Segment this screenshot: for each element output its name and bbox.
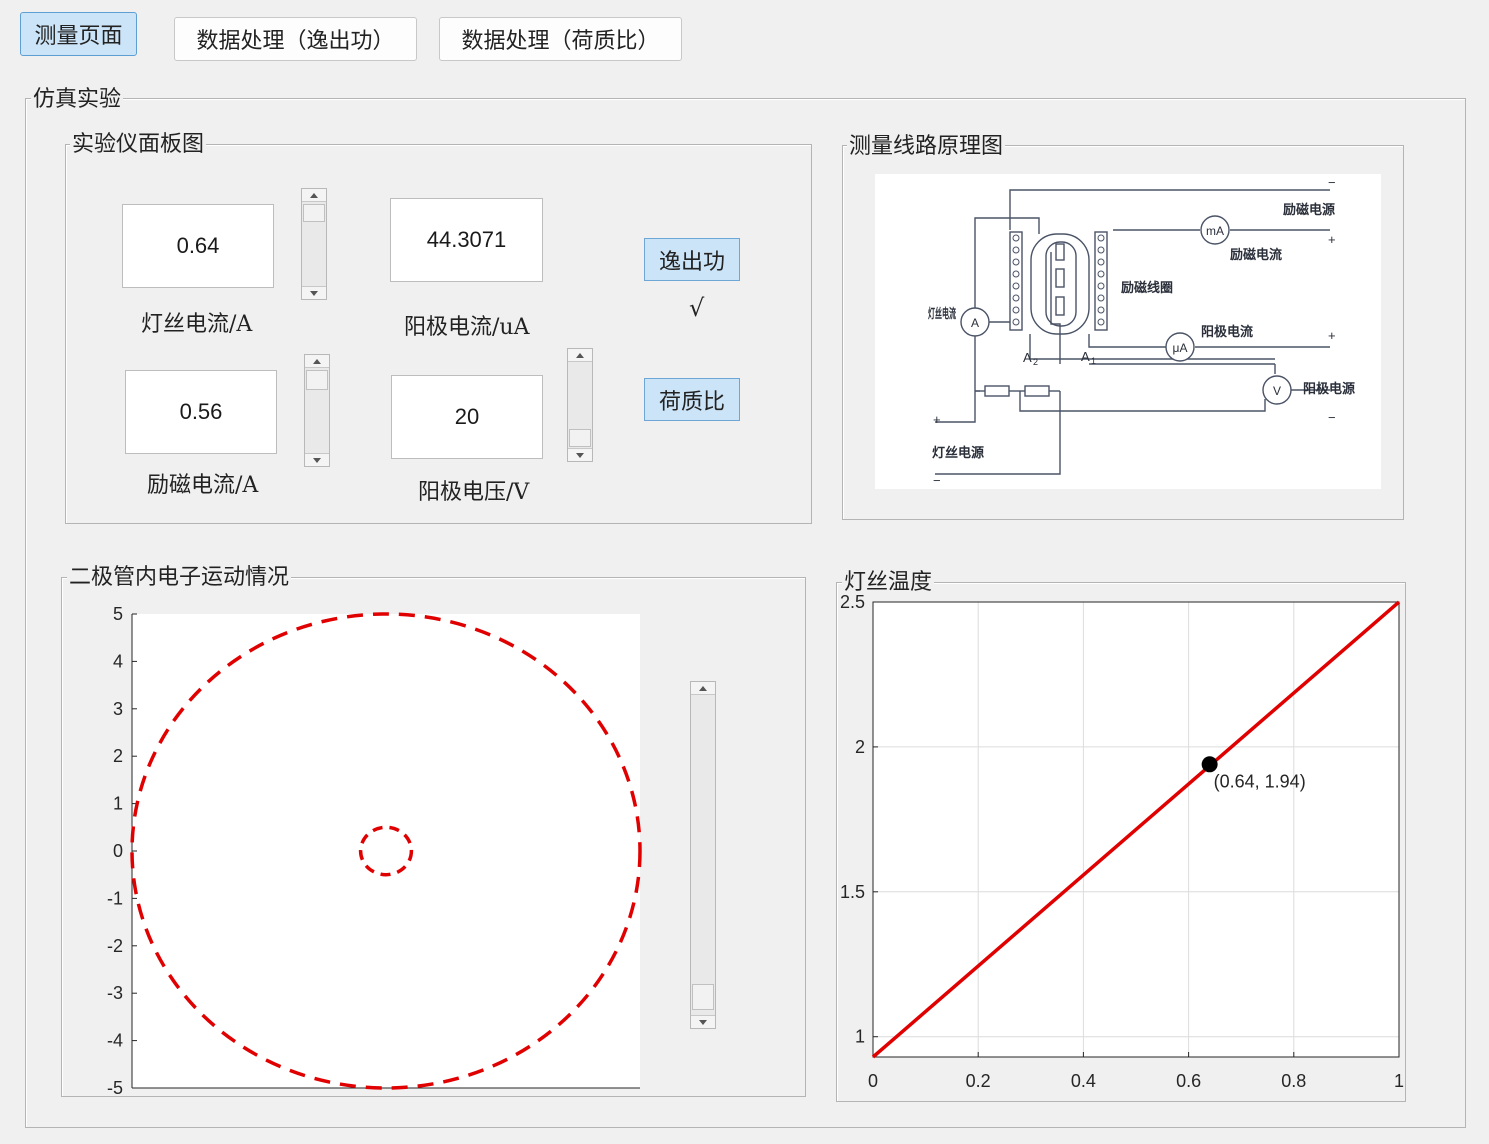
anode-minus-sign: −	[1328, 410, 1336, 425]
scroll-up-arrow-icon[interactable]	[691, 682, 715, 695]
temp-y-tick-label: 2	[855, 737, 865, 757]
current-point-marker	[1201, 756, 1218, 773]
a2-subscript: 2	[1033, 357, 1038, 367]
scroll-up-arrow-icon[interactable]	[568, 349, 592, 362]
motion-y-tick-label: 5	[113, 604, 123, 624]
scroll-down-arrow-icon[interactable]	[305, 453, 329, 466]
anode-voltage-label: 阳极电压/V	[418, 480, 530, 505]
motion-y-tick-label: 3	[113, 699, 123, 719]
motion-scroll-thumb[interactable]	[692, 984, 714, 1010]
motion-y-tick-label: 1	[113, 794, 123, 814]
charge-mass-button[interactable]: 荷质比	[644, 378, 740, 421]
a2-label: A	[1023, 350, 1032, 365]
excitation-coil-label: 励磁线圈	[1121, 280, 1173, 295]
motion-y-tick-label: -3	[107, 983, 123, 1003]
circuit-diagram: mA A μA V 励磁电源 励磁电流 励磁线圈 阳极电流 阳极电源 灯丝电源 …	[875, 174, 1381, 489]
tab-measurement[interactable]: 测量页面	[20, 12, 137, 56]
anode-supply-label: 阳极电源	[1303, 381, 1355, 396]
circuit-diagram-svg: mA A μA V 励磁电源 励磁电流 励磁线圈 阳极电流 阳极电源 灯丝电源 …	[928, 175, 1355, 488]
work-function-check: √	[689, 294, 705, 322]
electron-motion-panel-title: 二极管内电子运动情况	[67, 565, 292, 591]
excitation-minus-sign: −	[1328, 175, 1336, 190]
excitation-current-slider[interactable]	[304, 354, 330, 467]
anode-plus-sign: +	[1328, 328, 1336, 343]
anode-voltage-slider[interactable]	[567, 348, 593, 462]
motion-plot-area	[132, 614, 640, 1088]
excitation-current-label: 励磁电流/A	[147, 473, 259, 498]
slider-thumb[interactable]	[306, 370, 328, 390]
scroll-down-arrow-icon[interactable]	[302, 286, 326, 299]
filament-supply-label: 灯丝电源	[932, 445, 984, 460]
motion-y-tick-label: 4	[113, 651, 123, 671]
temp-x-tick-label: 0.2	[966, 1071, 991, 1091]
a1-subscript: 1	[1091, 356, 1096, 366]
a-meter-label: A	[971, 316, 979, 330]
motion-y-tick-label: -2	[107, 936, 123, 956]
circuit-panel-title: 测量线路原理图	[847, 134, 1006, 160]
motion-y-tick-label: 2	[113, 746, 123, 766]
motion-y-tick-label: -1	[107, 888, 123, 908]
ma-meter-label: mA	[1206, 224, 1224, 238]
scroll-up-arrow-icon[interactable]	[302, 189, 326, 202]
anode-current-label: 阳极电流/uA	[404, 315, 530, 340]
temp-y-tick-label: 1	[855, 1027, 865, 1047]
temp-x-tick-label: 0.6	[1176, 1071, 1201, 1091]
scroll-up-arrow-icon[interactable]	[305, 355, 329, 368]
excitation-plus-sign: +	[1328, 232, 1336, 247]
scroll-down-arrow-icon[interactable]	[568, 448, 592, 461]
scroll-down-arrow-icon[interactable]	[691, 1015, 715, 1028]
filament-current-label-diagram: 灯丝电流	[928, 306, 956, 321]
motion-scrollbar[interactable]	[690, 681, 716, 1029]
anode-current-field: 44.3071	[390, 198, 543, 282]
motion-y-tick-label: 0	[113, 841, 123, 861]
temp-y-tick-label: 1.5	[840, 882, 865, 902]
ua-meter-label: μA	[1173, 341, 1188, 355]
filament-current-slider[interactable]	[301, 188, 327, 300]
motion-y-tick-label: -5	[107, 1078, 123, 1098]
electron-motion-chart: 5 4 3 2 1 0 -1 -2 -3 -4 -5	[107, 604, 642, 1098]
filament-current-label: 灯丝电流/A	[141, 312, 253, 337]
excitation-current-field[interactable]: 0.56	[125, 370, 277, 454]
v-meter-label: V	[1273, 384, 1281, 398]
temp-x-tick-label: 0.4	[1071, 1071, 1096, 1091]
a1-label: A	[1081, 349, 1090, 364]
filament-temperature-chart: 0 0.2 0.4 0.6 0.8 1 1 1.5 2 2.5 (0.64, 1.94)	[840, 592, 1404, 1091]
filament-current-field[interactable]: 0.64	[122, 204, 274, 288]
filament-plus-sign: +	[933, 412, 941, 427]
simulation-panel-title: 仿真实验	[31, 87, 124, 113]
excitation-supply-label: 励磁电源	[1283, 202, 1335, 217]
tab-data-charge-mass[interactable]: 数据处理（荷质比）	[439, 17, 682, 61]
current-point-label: (0.64, 1.94)	[1214, 771, 1306, 791]
motion-y-tick-label: -4	[107, 1031, 123, 1051]
instrument-panel-title: 实验仪面板图	[70, 132, 207, 158]
temp-x-tick-label: 0	[868, 1071, 878, 1091]
anode-current-label-diagram: 阳极电流	[1201, 324, 1253, 339]
anode-voltage-field[interactable]: 20	[391, 375, 543, 459]
temp-x-tick-label: 1	[1394, 1071, 1404, 1091]
temp-y-tick-label: 2.5	[840, 592, 865, 612]
slider-thumb[interactable]	[569, 429, 591, 447]
tab-data-work-function[interactable]: 数据处理（逸出功）	[174, 17, 417, 61]
excitation-current-label-diagram: 励磁电流	[1230, 247, 1282, 262]
filament-minus-sign: −	[933, 473, 941, 488]
slider-thumb[interactable]	[303, 204, 325, 222]
temp-x-tick-label: 0.8	[1281, 1071, 1306, 1091]
work-function-button[interactable]: 逸出功	[644, 238, 740, 281]
